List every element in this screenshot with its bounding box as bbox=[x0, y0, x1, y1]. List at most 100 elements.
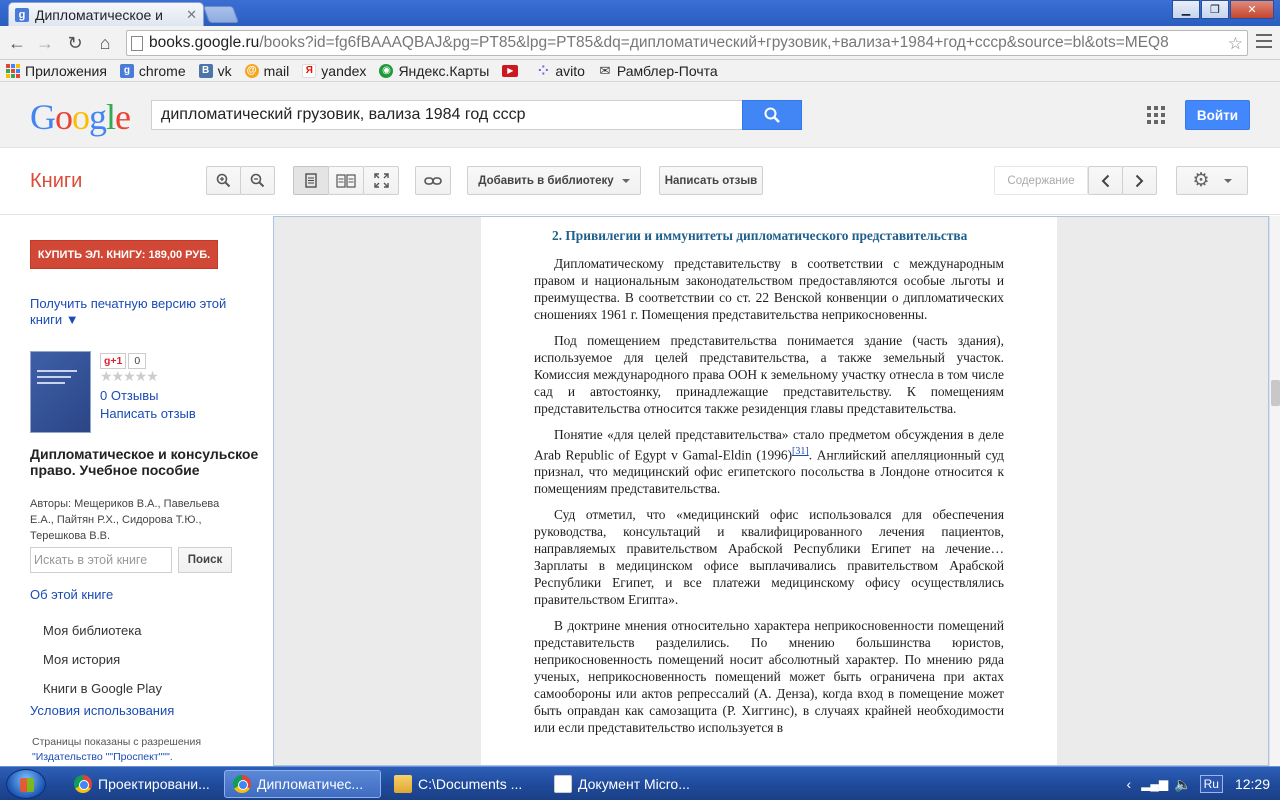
restore-icon[interactable]: ❐ bbox=[1201, 0, 1229, 19]
terms-link[interactable]: Условия использования bbox=[30, 703, 174, 718]
logo-letter: G bbox=[30, 97, 56, 137]
buy-ebook-button[interactable]: КУПИТЬ ЭЛ. КНИГУ: 189,00 РУБ. bbox=[30, 240, 218, 269]
browser-toolbar: ← → ↻ ⌂ books.google.ru/books?id=fg6fBAA… bbox=[0, 26, 1280, 60]
add-to-library-button[interactable]: Добавить в библиотеку bbox=[467, 166, 641, 195]
publisher-link[interactable]: "Издательство ""Проспект""". bbox=[32, 751, 173, 763]
taskbar-item-word[interactable]: Документ Micro... bbox=[546, 770, 701, 798]
books-toolbar: Книги Добавить в библиотеку Написать отз… bbox=[0, 148, 1280, 215]
language-indicator[interactable]: Ru bbox=[1199, 775, 1223, 793]
new-tab-button[interactable] bbox=[202, 6, 240, 23]
two-page-view-button[interactable] bbox=[328, 166, 364, 195]
bookmark-star-icon[interactable]: ☆ bbox=[1227, 34, 1243, 54]
book-reader[interactable]: 2. Привилегии и иммунитеты дипломатическ… bbox=[273, 216, 1269, 766]
books-title[interactable]: Книги bbox=[30, 170, 82, 193]
logo-letter: o bbox=[72, 97, 90, 137]
bookmark-label: vk bbox=[217, 62, 232, 79]
next-page-button[interactable] bbox=[1122, 166, 1157, 195]
my-library-link[interactable]: Моя библиотека bbox=[43, 623, 141, 638]
print-version-link[interactable]: Получить печатную версию этой книги ▼ bbox=[30, 296, 240, 328]
taskbar-item-label: Документ Micro... bbox=[578, 776, 690, 792]
google-books-favicon-icon: g bbox=[15, 7, 29, 22]
browser-tab-active[interactable]: g Дипломатическое и ✕ bbox=[8, 2, 204, 26]
single-page-view-button[interactable] bbox=[293, 166, 329, 195]
bookmark-label: avito bbox=[555, 62, 585, 79]
taskbar-item-label: C:\Documents ... bbox=[418, 776, 523, 792]
url-host: books.google.ru bbox=[149, 34, 260, 51]
taskbar-item-explorer[interactable]: C:\Documents ... bbox=[386, 770, 541, 798]
back-arrow-icon[interactable]: ← bbox=[6, 32, 28, 54]
windows-taskbar: Проектировани... Дипломатичес... C:\Docu… bbox=[0, 766, 1280, 800]
bookmark-mail[interactable]: @ mail bbox=[244, 62, 290, 79]
reader-scrollbar[interactable] bbox=[1269, 216, 1280, 766]
about-book-link[interactable]: Об этой книге bbox=[30, 587, 113, 602]
contents-button[interactable]: Содержание bbox=[994, 166, 1088, 195]
write-review-link[interactable]: Написать отзыв bbox=[100, 406, 196, 421]
bookmark-vk[interactable]: Bvk bbox=[198, 62, 232, 79]
single-page-icon bbox=[305, 173, 317, 188]
google-logo[interactable]: Google bbox=[30, 96, 131, 138]
address-bar[interactable]: books.google.ru/books?id=fg6fBAAAQBAJ&pg… bbox=[126, 30, 1248, 56]
book-title: Дипломатическое и консульское право. Уче… bbox=[30, 446, 259, 478]
tab-title: Дипломатическое и bbox=[35, 6, 163, 23]
taskbar-item-chrome-1[interactable]: Проектировани... bbox=[66, 770, 218, 798]
gplus-widget[interactable]: g+1 0 bbox=[100, 353, 147, 369]
taskbar-item-chrome-2[interactable]: Дипломатичес... bbox=[224, 770, 381, 798]
forward-arrow-icon[interactable]: → bbox=[34, 32, 56, 54]
paragraph: В доктрине мнения относительно характера… bbox=[534, 618, 1004, 736]
book-cover[interactable] bbox=[30, 351, 91, 433]
page-text: 2. Привилегии и иммунитеты дипломатическ… bbox=[534, 227, 1004, 745]
bookmarks-bar: Приложения g chrome Bvk @ mail Яyandex ◉ Ян… bbox=[0, 60, 1280, 82]
dropdown-arrow-icon bbox=[621, 178, 630, 183]
volume-icon[interactable]: 🔈 bbox=[1174, 776, 1191, 793]
avito-icon: ⁘ bbox=[537, 62, 549, 78]
settings-button[interactable]: ⚙ bbox=[1176, 166, 1248, 195]
zoom-out-button[interactable] bbox=[240, 166, 275, 195]
bookmark-label: Яндекс.Карты bbox=[398, 62, 490, 79]
bookmark-label: mail bbox=[263, 62, 290, 79]
start-button[interactable] bbox=[6, 769, 46, 799]
home-icon[interactable]: ⌂ bbox=[94, 32, 116, 54]
link-button[interactable] bbox=[415, 166, 451, 195]
search-input[interactable]: дипломатический грузовик, вализа 1984 го… bbox=[151, 100, 743, 130]
bookmark-rambler-mail[interactable]: ✉ Рамблер-Почта bbox=[598, 62, 718, 79]
scrollbar-thumb[interactable] bbox=[1271, 380, 1280, 406]
bookmark-youtube[interactable]: ▶ bbox=[502, 64, 523, 77]
footnote-link[interactable]: [31] bbox=[792, 446, 809, 457]
apps-grid-icon[interactable] bbox=[1147, 106, 1165, 124]
bookmark-yandex[interactable]: Яyandex bbox=[302, 63, 366, 79]
taskbar-item-label: Проектировани... bbox=[98, 776, 210, 792]
tray-expand-icon[interactable]: ‹ bbox=[1127, 776, 1132, 792]
zoom-in-button[interactable] bbox=[206, 166, 241, 195]
yandex-icon: Я bbox=[302, 63, 317, 78]
reload-icon[interactable]: ↻ bbox=[64, 32, 86, 54]
search-in-book-button[interactable]: Поиск bbox=[178, 547, 232, 573]
search-in-book-input[interactable]: Искать в этой книге bbox=[30, 547, 172, 573]
chrome-menu-icon[interactable] bbox=[1256, 34, 1272, 48]
bookmark-label: Рамблер-Почта bbox=[616, 62, 718, 79]
book-sidebar: КУПИТЬ ЭЛ. КНИГУ: 189,00 РУБ. Получить п… bbox=[0, 216, 273, 766]
fullscreen-button[interactable] bbox=[363, 166, 399, 195]
two-page-icon bbox=[336, 173, 356, 188]
login-button[interactable]: Войти bbox=[1185, 100, 1250, 130]
logo-letter: e bbox=[115, 97, 131, 137]
bookmark-chrome[interactable]: g chrome bbox=[119, 63, 186, 79]
write-review-button[interactable]: Написать отзыв bbox=[659, 166, 763, 195]
reviews-link[interactable]: 0 Отзывы bbox=[100, 388, 158, 403]
page-icon bbox=[131, 35, 143, 51]
my-history-link[interactable]: Моя история bbox=[43, 652, 120, 667]
previous-page-button[interactable] bbox=[1088, 166, 1123, 195]
clock[interactable]: 12:29 bbox=[1235, 776, 1270, 792]
bookmark-yandex-maps[interactable]: ◉ Яндекс.Карты bbox=[379, 63, 489, 79]
minimize-icon[interactable]: ▁ bbox=[1172, 0, 1200, 19]
bookmark-avito[interactable]: ⁘ avito bbox=[536, 63, 585, 79]
maps-icon: ◉ bbox=[379, 63, 394, 78]
book-authors: Авторы: Мещериков В.А., Павельева Е.А., … bbox=[30, 498, 220, 542]
bookmark-apps[interactable]: Приложения bbox=[6, 63, 107, 79]
close-window-icon[interactable]: ✕ bbox=[1230, 0, 1274, 19]
google-play-books-link[interactable]: Книги в Google Play bbox=[43, 681, 162, 696]
tab-close-icon[interactable]: ✕ bbox=[186, 7, 197, 23]
search-button[interactable] bbox=[742, 100, 802, 130]
network-icon[interactable]: ▂▄▆ bbox=[1141, 777, 1168, 791]
bookmark-label: Приложения bbox=[25, 62, 107, 79]
paragraph: Суд отметил, что «медицинский офис испол… bbox=[534, 507, 1004, 608]
